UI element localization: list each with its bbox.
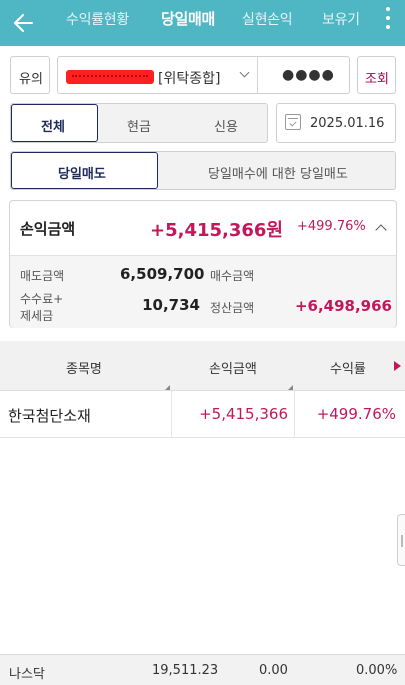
- table-row[interactable]: 한국첨단소재 +5,415,366 +499.76%: [0, 391, 405, 438]
- redacted-account-number: [66, 70, 154, 84]
- fee-label-line1: 수수료+: [20, 292, 64, 306]
- buy-amount-label: 매수금액: [210, 269, 255, 283]
- top-nav-bar: 수익률현황 당일매매 실현손익 보유기: [0, 0, 405, 46]
- notice-button-label: 유의: [19, 72, 43, 87]
- scroll-handle[interactable]: [397, 514, 405, 566]
- segment-today-sell[interactable]: 당일매도: [11, 152, 158, 189]
- account-selector[interactable]: [위탁종합] ●●●●: [57, 56, 350, 94]
- column-header-name[interactable]: 종목명: [66, 358, 102, 377]
- pl-value: +5,415,366원: [150, 220, 283, 241]
- settlement-label: 정산금액: [210, 301, 255, 315]
- query-button-label: 조회: [365, 72, 389, 87]
- back-arrow-icon[interactable]: [10, 8, 40, 38]
- sell-mode-segment: 당일매도 당일매수에 대한 당일매도: [10, 151, 396, 190]
- summary-detail: 매도금액 6,509,700 매수금액 수수료+ 제세금 10,734 정산금액…: [10, 255, 396, 328]
- tab-holdings[interactable]: 보유기: [322, 9, 360, 29]
- scroll-right-icon[interactable]: [394, 361, 401, 371]
- stock-rate: +499.76%: [316, 405, 396, 423]
- ticker-change: 0.00: [259, 663, 288, 678]
- column-header-rate[interactable]: 수익률: [330, 358, 366, 377]
- table-header: 종목명 손익금액 수익률: [0, 341, 405, 391]
- segment-credit[interactable]: 신용: [214, 116, 238, 135]
- notice-button[interactable]: 유의: [10, 56, 50, 94]
- calendar-icon: [285, 114, 301, 130]
- ticker-value: 19,511.23: [152, 663, 219, 678]
- account-kind-segment: 전체 현금 신용: [10, 103, 268, 143]
- query-button[interactable]: 조회: [357, 56, 396, 94]
- chevron-up-icon[interactable]: [375, 224, 387, 236]
- sort-indicator-icon: [288, 385, 293, 390]
- segment-cash[interactable]: 현금: [127, 116, 151, 135]
- sort-indicator-icon: [165, 385, 170, 390]
- segment-all-label: 전체: [41, 120, 65, 135]
- divider: [257, 57, 258, 93]
- password-field[interactable]: ●●●●: [282, 67, 335, 83]
- segment-all[interactable]: 전체: [11, 104, 98, 142]
- tab-return-status[interactable]: 수익률현황: [66, 9, 129, 29]
- fee-label-line2: 제세금: [20, 309, 54, 323]
- pl-rate: +499.76%: [297, 219, 366, 234]
- fee-value: 10,734: [142, 296, 200, 314]
- stock-name: 한국첨단소재: [8, 407, 91, 425]
- pl-label: 손익금액: [20, 220, 76, 238]
- index-ticker[interactable]: 나스닥 19,511.23 0.00 0.00%: [0, 654, 405, 685]
- ticker-rate: 0.00%: [356, 663, 398, 678]
- summary-header[interactable]: 손익금액 +5,415,366원 +499.76%: [10, 201, 396, 255]
- tab-today-trades[interactable]: 당일매매: [161, 8, 215, 29]
- ticker-name: 나스닥: [9, 667, 45, 682]
- settlement-value: +6,498,966: [294, 297, 392, 315]
- column-header-pl[interactable]: 손익금액: [209, 358, 257, 377]
- account-type-label: [위탁종합]: [158, 71, 221, 87]
- tab-realized-pl[interactable]: 실현손익: [242, 9, 293, 29]
- stock-pl: +5,415,366: [199, 405, 288, 423]
- date-picker[interactable]: 2025.01.16: [276, 103, 396, 143]
- sell-amount-value: 6,509,700: [120, 265, 205, 283]
- segment-today-buy-sell[interactable]: 당일매수에 대한 당일매도: [208, 163, 348, 182]
- summary-card: 손익금액 +5,415,366원 +499.76% 매도금액 6,509,700…: [9, 200, 397, 328]
- sell-amount-label: 매도금액: [20, 269, 65, 283]
- date-value: 2025.01.16: [310, 116, 385, 131]
- chevron-down-icon[interactable]: [239, 67, 250, 78]
- more-vertical-icon[interactable]: [384, 6, 394, 32]
- segment-today-sell-label: 당일매도: [58, 167, 106, 182]
